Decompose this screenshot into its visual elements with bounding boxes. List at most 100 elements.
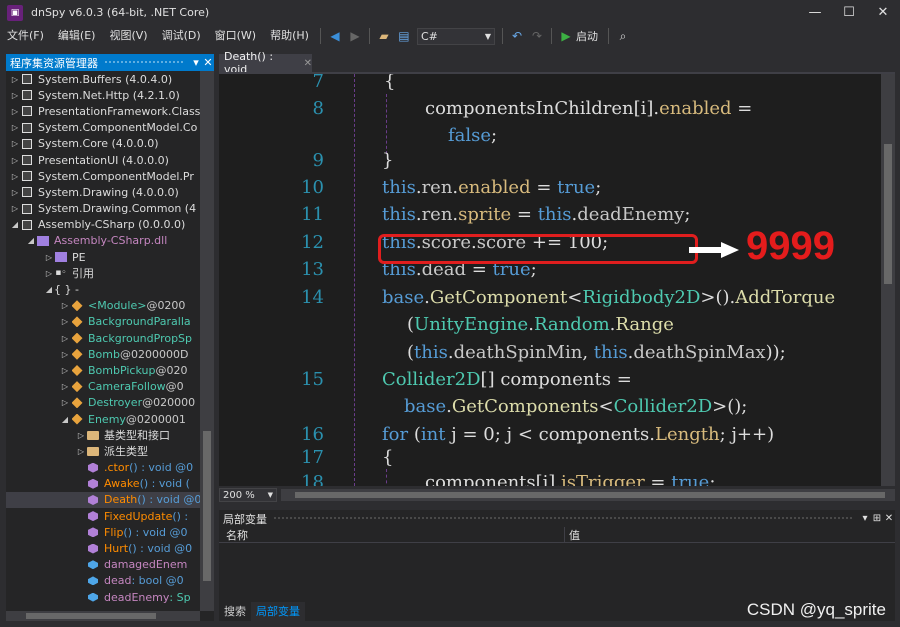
expand-arrow-icon[interactable]: ▷: [60, 301, 70, 310]
minimize-button[interactable]: —: [798, 0, 832, 25]
zoom-select[interactable]: 200 % ▼: [219, 488, 277, 502]
tree-item[interactable]: ▷ ▪◦ 引用: [6, 265, 200, 281]
tree-vertical-scrollbar[interactable]: [200, 71, 214, 611]
collapse-arrow-icon[interactable]: ◢: [10, 220, 20, 229]
tree-item[interactable]: ▷ System.Net.Http (4.2.1.0): [6, 87, 200, 103]
expand-arrow-icon[interactable]: ▷: [10, 172, 20, 181]
tree-item-label: System.Buffers (4.0.4.0): [38, 72, 173, 86]
collapse-arrow-icon[interactable]: ◢: [44, 285, 54, 294]
tree-item[interactable]: ▷ <Module> @0200: [6, 298, 200, 314]
tree-item[interactable]: ▷ System.ComponentModel.Pr: [6, 168, 200, 184]
expand-arrow-icon[interactable]: ▷: [44, 253, 54, 262]
tree-item[interactable]: ▷ System.Core (4.0.0.0): [6, 136, 200, 152]
tree-item[interactable]: ▷ BackgroundPropSp: [6, 330, 200, 346]
close-tab-icon[interactable]: ✕: [304, 58, 312, 69]
tree-item[interactable]: damagedEnem: [6, 557, 200, 573]
tree-item[interactable]: ▷ PresentationUI (4.0.0.0): [6, 152, 200, 168]
menu-help[interactable]: 帮助(H): [263, 25, 316, 47]
expand-arrow-icon[interactable]: ▷: [76, 431, 86, 440]
tree-item[interactable]: ▷ Destroyer @020000: [6, 395, 200, 411]
tree-item[interactable]: ◢ Assembly-CSharp.dll: [6, 233, 200, 249]
expand-arrow-icon[interactable]: ▷: [76, 447, 86, 456]
tree-item[interactable]: ▷ PresentationFramework.Classic: [6, 103, 200, 119]
tree-item-selected[interactable]: Death() : void @0: [6, 491, 200, 509]
menu-edit[interactable]: 编辑(E): [51, 25, 103, 47]
tree-item[interactable]: ▷ 派生类型: [6, 443, 200, 459]
expand-arrow-icon[interactable]: ▷: [10, 107, 20, 116]
save-all-icon[interactable]: ▤: [396, 28, 412, 44]
tree-item[interactable]: .ctor() : void @0: [6, 460, 200, 476]
tree-item[interactable]: ▷ System.Buffers (4.0.4.0): [6, 71, 200, 87]
scroll-thumb[interactable]: [884, 144, 892, 284]
drag-grip[interactable]: [104, 60, 184, 65]
expand-arrow-icon[interactable]: ▷: [60, 334, 70, 343]
editor-vertical-scrollbar[interactable]: [881, 74, 895, 486]
close-panel-icon[interactable]: ✕: [883, 513, 895, 524]
tree-horizontal-scrollbar[interactable]: [6, 611, 200, 621]
undo-icon[interactable]: ↶: [509, 28, 525, 44]
tree-item[interactable]: ▷ BackgroundParalla: [6, 314, 200, 330]
drag-grip[interactable]: [273, 516, 853, 521]
expand-arrow-icon[interactable]: ▷: [10, 123, 20, 132]
tab-search[interactable]: 搜索: [219, 602, 251, 621]
tree-item[interactable]: ▷ System.Drawing (4.0.0.0): [6, 184, 200, 200]
expand-arrow-icon[interactable]: ▷: [60, 382, 70, 391]
dropdown-icon[interactable]: ▾: [859, 513, 871, 524]
tree-item[interactable]: ◢ Assembly-CSharp (0.0.0.0): [6, 217, 200, 233]
column-value[interactable]: 值: [565, 527, 580, 542]
tree-item[interactable]: ▷ System.Drawing.Common (4: [6, 201, 200, 217]
code-editor[interactable]: 7 8 9 10 11 12 13 14 15 16 17 18 { compo…: [219, 74, 881, 486]
tree-item[interactable]: ▷ PE: [6, 249, 200, 265]
start-icon[interactable]: ▶: [558, 28, 574, 44]
start-button[interactable]: 启动: [576, 28, 598, 44]
tree-item[interactable]: Hurt() : void @0: [6, 540, 200, 556]
tab-death-method[interactable]: Death() : void ✕: [219, 50, 312, 76]
expand-arrow-icon[interactable]: ▷: [60, 398, 70, 407]
tree-item[interactable]: deadEnemy : Sp: [6, 589, 200, 605]
menu-window[interactable]: 窗口(W): [208, 25, 263, 47]
tree-item[interactable]: ▷ System.ComponentModel.Co: [6, 120, 200, 136]
tree-item[interactable]: ◢{ } -: [6, 281, 200, 297]
forward-icon[interactable]: ▶: [347, 28, 363, 44]
maximize-button[interactable]: ☐: [832, 0, 866, 25]
tree-item[interactable]: Awake() : void (: [6, 476, 200, 492]
menu-debug[interactable]: 调试(D): [155, 25, 208, 47]
expand-arrow-icon[interactable]: ▷: [60, 317, 70, 326]
editor-horizontal-scrollbar[interactable]: [281, 489, 895, 501]
expand-arrow-icon[interactable]: ▷: [10, 204, 20, 213]
back-icon[interactable]: ◀: [327, 28, 343, 44]
language-select[interactable]: C# ▼: [416, 27, 495, 45]
tab-locals[interactable]: 局部变量: [251, 602, 305, 621]
tree-item[interactable]: ▷ CameraFollow @0: [6, 379, 200, 395]
search-icon[interactable]: ⌕: [615, 28, 631, 44]
column-name[interactable]: 名称: [219, 527, 565, 542]
collapse-arrow-icon[interactable]: ◢: [60, 415, 70, 424]
close-button[interactable]: ✕: [866, 0, 900, 25]
expand-arrow-icon[interactable]: ▷: [10, 75, 20, 84]
expand-arrow-icon[interactable]: ▷: [10, 156, 20, 165]
expand-arrow-icon[interactable]: ▷: [10, 188, 20, 197]
tree-item[interactable]: ▷ BombPickup @020: [6, 362, 200, 378]
expand-arrow-icon[interactable]: ▷: [60, 350, 70, 359]
redo-icon[interactable]: ↷: [529, 28, 545, 44]
expand-arrow-icon[interactable]: ▷: [10, 91, 20, 100]
collapse-arrow-icon[interactable]: ◢: [26, 236, 36, 245]
open-icon[interactable]: ▰: [376, 28, 392, 44]
scroll-thumb[interactable]: [295, 492, 885, 498]
scroll-thumb[interactable]: [203, 431, 211, 581]
tree-item[interactable]: ◢ Enemy @0200001: [6, 411, 200, 427]
expand-arrow-icon[interactable]: ▷: [60, 366, 70, 375]
tree-item[interactable]: dead : bool @0: [6, 573, 200, 589]
menu-file[interactable]: 文件(F): [0, 25, 51, 47]
expand-arrow-icon[interactable]: ▷: [10, 139, 20, 148]
expand-arrow-icon[interactable]: ▷: [44, 269, 54, 278]
tree-item[interactable]: FixedUpdate() :: [6, 508, 200, 524]
menu-view[interactable]: 视图(V): [102, 25, 154, 47]
tree-item[interactable]: Flip() : void @0: [6, 524, 200, 540]
scroll-thumb[interactable]: [26, 613, 156, 619]
tree-item[interactable]: ▷ 基类型和接口: [6, 427, 200, 443]
close-panel-icon[interactable]: ✕: [202, 56, 214, 69]
tree-item[interactable]: ▷ Bomb @0200000D: [6, 346, 200, 362]
pin-icon[interactable]: ⊞: [871, 513, 883, 524]
dropdown-icon[interactable]: ▾: [190, 56, 202, 69]
